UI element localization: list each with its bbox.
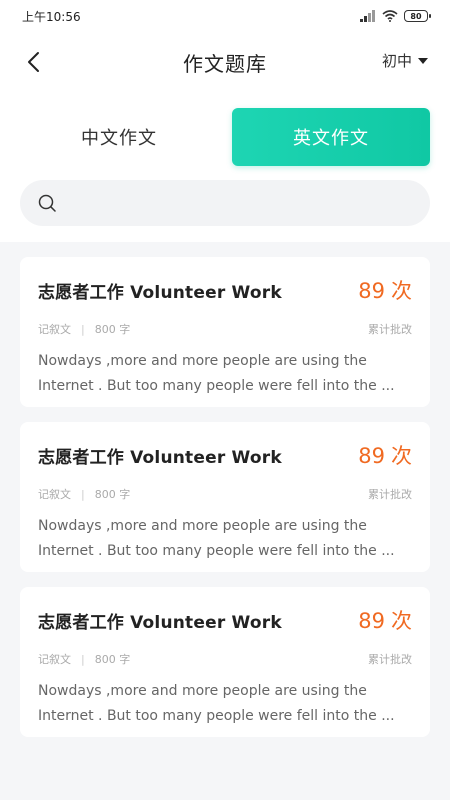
review-count-value: 89 xyxy=(358,609,385,633)
essay-excerpt: Nowdays ,more and more people are using … xyxy=(38,349,412,399)
tab-english-essay[interactable]: 英文作文 xyxy=(232,108,430,166)
tab-bar: 中文作文 英文作文 xyxy=(0,92,450,172)
essay-type: 记叙文 xyxy=(38,653,71,666)
review-count-label: 累计批改 xyxy=(368,488,412,501)
review-count-value: 89 xyxy=(358,279,385,303)
review-count-label: 累计批改 xyxy=(368,323,412,336)
review-count-label: 累计批改 xyxy=(368,653,412,666)
status-bar: 上午10:56 80 xyxy=(0,0,450,32)
review-count-unit: 次 xyxy=(391,279,412,303)
essay-type: 记叙文 xyxy=(38,488,71,501)
essay-word-count: 800 字 xyxy=(94,653,131,666)
essay-word-count: 800 字 xyxy=(94,323,131,336)
excerpt-line: Nowdays ,more and more people are using … xyxy=(38,683,367,699)
meta-divider: | xyxy=(81,322,85,336)
search-container xyxy=(0,172,450,242)
wifi-icon xyxy=(382,10,398,22)
essay-title: 志愿者工作 Volunteer Work xyxy=(38,447,282,468)
essay-card[interactable]: 志愿者工作 Volunteer Work 89 次 记叙文 | 800 字 累计… xyxy=(20,257,430,407)
excerpt-line: Internet . But too many people were fell… xyxy=(38,543,395,559)
grade-select[interactable]: 初中 xyxy=(382,50,428,71)
essay-list: 志愿者工作 Volunteer Work 89 次 记叙文 | 800 字 累计… xyxy=(0,257,450,737)
search-box[interactable] xyxy=(20,180,430,226)
caret-down-icon xyxy=(418,57,428,64)
essay-card[interactable]: 志愿者工作 Volunteer Work 89 次 记叙文 | 800 字 累计… xyxy=(20,422,430,572)
review-count: 89 次 xyxy=(358,440,412,470)
review-count-unit: 次 xyxy=(391,444,412,468)
essay-excerpt: Nowdays ,more and more people are using … xyxy=(38,514,412,564)
tab-label: 中文作文 xyxy=(81,128,157,149)
excerpt-line: Nowdays ,more and more people are using … xyxy=(38,518,367,534)
meta-divider: | xyxy=(81,652,85,666)
status-icons: 80 xyxy=(360,10,431,22)
excerpt-line: Internet . But too many people were fell… xyxy=(38,708,395,724)
excerpt-line: Internet . But too many people were fell… xyxy=(38,378,395,394)
essay-title: 志愿者工作 Volunteer Work xyxy=(38,612,282,633)
chevron-left-icon xyxy=(28,52,39,72)
search-input[interactable] xyxy=(66,195,412,211)
essay-title: 志愿者工作 Volunteer Work xyxy=(38,282,282,303)
page-title: 作文题库 xyxy=(183,51,267,76)
review-count: 89 次 xyxy=(358,605,412,635)
review-count-value: 89 xyxy=(358,444,385,468)
essay-word-count: 800 字 xyxy=(94,488,131,501)
excerpt-line: Nowdays ,more and more people are using … xyxy=(38,353,367,369)
header: 作文题库 初中 xyxy=(0,32,450,92)
essay-excerpt: Nowdays ,more and more people are using … xyxy=(38,679,412,729)
essay-type: 记叙文 xyxy=(38,323,71,336)
essay-card[interactable]: 志愿者工作 Volunteer Work 89 次 记叙文 | 800 字 累计… xyxy=(20,587,430,737)
signal-icon xyxy=(360,10,375,22)
back-button[interactable] xyxy=(18,47,48,77)
search-icon xyxy=(38,194,56,212)
battery-icon: 80 xyxy=(404,10,431,22)
meta-divider: | xyxy=(81,487,85,501)
battery-level: 80 xyxy=(410,11,422,21)
tab-label: 英文作文 xyxy=(293,128,369,149)
review-count-unit: 次 xyxy=(391,609,412,633)
review-count: 89 次 xyxy=(358,275,412,305)
status-time: 上午10:56 xyxy=(22,9,81,24)
tab-chinese-essay[interactable]: 中文作文 xyxy=(20,108,218,166)
grade-select-label: 初中 xyxy=(381,52,412,70)
